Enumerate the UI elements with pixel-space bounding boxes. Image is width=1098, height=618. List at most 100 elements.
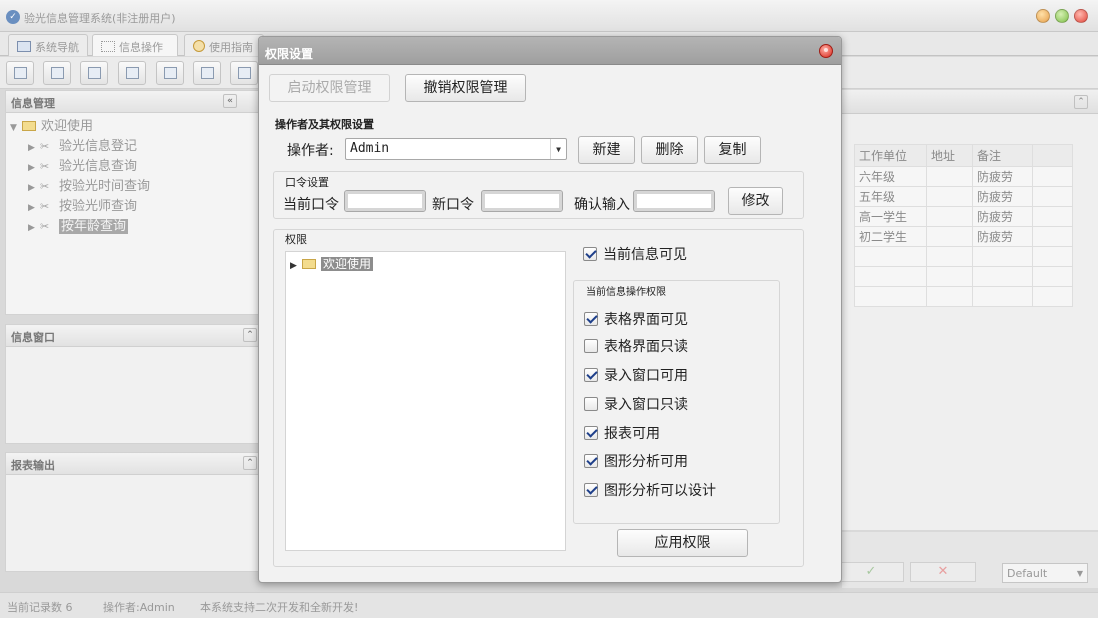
close-icon[interactable] xyxy=(819,44,833,58)
copy-operator-button[interactable]: 复制 xyxy=(704,136,761,164)
table-row[interactable]: 五年级 防疲劳 xyxy=(854,186,1073,207)
new-password-field[interactable] xyxy=(481,190,563,212)
revoke-permission-button[interactable]: 撤销权限管理 xyxy=(405,74,526,102)
table-cell[interactable] xyxy=(1032,226,1073,247)
expand-icon[interactable]: ▶ xyxy=(28,138,40,158)
current-visible-checkbox[interactable]: 当前信息可见 xyxy=(583,244,687,263)
expand-icon[interactable]: ▶ xyxy=(28,158,40,178)
minimize-button[interactable] xyxy=(1036,9,1050,23)
table-row[interactable] xyxy=(854,286,1073,307)
table-cell[interactable] xyxy=(1032,166,1073,187)
entry-readonly-checkbox[interactable]: 录入窗口只读 xyxy=(584,394,688,413)
window-tool-button[interactable] xyxy=(156,61,184,85)
tab-user-guide[interactable]: 使用指南 xyxy=(184,34,264,56)
chart-design-checkbox[interactable]: 图形分析可以设计 xyxy=(584,480,716,499)
tree-item-register[interactable]: ▶ ✂ 验光信息登记 xyxy=(10,137,259,157)
table-cell[interactable] xyxy=(926,246,973,267)
checkbox-unchecked-icon[interactable] xyxy=(584,339,598,353)
table-cell[interactable]: 六年级 xyxy=(854,166,927,187)
table-cell[interactable] xyxy=(926,266,973,287)
table-cell[interactable] xyxy=(1032,186,1073,207)
search-tool-button[interactable] xyxy=(6,61,34,85)
confirm-icon[interactable]: ✓ xyxy=(838,562,904,582)
new-operator-button[interactable]: 新建 xyxy=(578,136,635,164)
expand-icon[interactable]: ▶ xyxy=(28,178,40,198)
tree-item-by-time[interactable]: ▶ ✂ 按验光时间查询 xyxy=(10,177,259,197)
table-cell[interactable]: 初二学生 xyxy=(854,226,927,247)
tree-item-by-optometrist[interactable]: ▶ ✂ 按验光师查询 xyxy=(10,197,259,217)
table-cell[interactable]: 防疲劳 xyxy=(972,226,1033,247)
delete-operator-button[interactable]: 删除 xyxy=(641,136,698,164)
operator-select[interactable]: Admin ▼ xyxy=(345,138,567,160)
cancel-icon[interactable]: ✕ xyxy=(910,562,976,582)
column-header[interactable]: 地址 xyxy=(926,144,973,167)
document-tool-button[interactable] xyxy=(80,61,108,85)
tree-item-query[interactable]: ▶ ✂ 验光信息查询 xyxy=(10,157,259,177)
checkbox-checked-icon[interactable] xyxy=(584,426,598,440)
expand-icon[interactable]: ▶ xyxy=(28,198,40,218)
chart-enabled-checkbox[interactable]: 图形分析可用 xyxy=(584,451,688,470)
collapse-left-icon[interactable]: « xyxy=(223,94,237,108)
modify-password-button[interactable]: 修改 xyxy=(728,187,783,215)
checkbox-checked-icon[interactable] xyxy=(584,368,598,382)
export-tool-button[interactable] xyxy=(193,61,221,85)
table-cell[interactable] xyxy=(926,186,973,207)
table-cell[interactable] xyxy=(854,246,927,267)
rights-tree-root[interactable]: ▶ 欢迎使用 xyxy=(290,254,374,276)
table-row[interactable]: 六年级 防疲劳 xyxy=(854,166,1073,187)
table-cell[interactable] xyxy=(1032,246,1073,267)
table-cell[interactable] xyxy=(972,286,1033,307)
maximize-button[interactable] xyxy=(1055,9,1069,23)
checkbox-checked-icon[interactable] xyxy=(584,483,598,497)
table-cell[interactable] xyxy=(926,166,973,187)
table-cell[interactable] xyxy=(1032,266,1073,287)
table-cell[interactable]: 五年级 xyxy=(854,186,927,207)
column-header[interactable]: 备注 xyxy=(972,144,1033,167)
table-cell[interactable] xyxy=(854,286,927,307)
table-cell[interactable] xyxy=(926,286,973,307)
grid-visible-checkbox[interactable]: 表格界面可见 xyxy=(584,309,688,328)
enable-permission-button[interactable]: 启动权限管理 xyxy=(269,74,390,102)
table-cell[interactable]: 防疲劳 xyxy=(972,186,1033,207)
tree-item-by-age[interactable]: ▶ ✂ 按年龄查询 xyxy=(10,217,259,237)
users-tool-button[interactable] xyxy=(118,61,146,85)
current-password-field[interactable] xyxy=(344,190,426,212)
collapse-icon[interactable]: ⌃ xyxy=(1074,95,1088,109)
table-row[interactable] xyxy=(854,266,1073,287)
close-window-button[interactable] xyxy=(1074,9,1088,23)
table-cell[interactable] xyxy=(972,246,1033,267)
table-row[interactable]: 高一学生 防疲劳 xyxy=(854,206,1073,227)
column-header[interactable]: 工作单位 xyxy=(854,144,927,167)
table-row[interactable]: 初二学生 防疲劳 xyxy=(854,226,1073,247)
column-header[interactable] xyxy=(1032,144,1073,167)
table-cell[interactable] xyxy=(926,206,973,227)
theme-select[interactable]: Default ▼ xyxy=(1002,563,1088,583)
checkbox-checked-icon[interactable] xyxy=(583,247,597,261)
tree-root[interactable]: ▼ 欢迎使用 xyxy=(10,117,259,137)
table-cell[interactable] xyxy=(1032,206,1073,227)
checkbox-checked-icon[interactable] xyxy=(584,312,598,326)
expand-icon[interactable]: ▶ xyxy=(28,218,40,238)
form-tool-button[interactable] xyxy=(43,61,71,85)
table-cell[interactable] xyxy=(854,266,927,287)
entry-enabled-checkbox[interactable]: 录入窗口可用 xyxy=(584,365,688,384)
table-cell[interactable]: 防疲劳 xyxy=(972,206,1033,227)
table-cell[interactable]: 高一学生 xyxy=(854,206,927,227)
expand-icon[interactable]: ▼ xyxy=(10,118,22,138)
table-cell[interactable] xyxy=(926,226,973,247)
print-tool-button[interactable] xyxy=(230,61,258,85)
tab-info-operation[interactable]: 信息操作 xyxy=(92,34,178,56)
report-enabled-checkbox[interactable]: 报表可用 xyxy=(584,423,660,442)
table-cell[interactable] xyxy=(1032,286,1073,307)
checkbox-checked-icon[interactable] xyxy=(584,454,598,468)
table-cell[interactable]: 防疲劳 xyxy=(972,166,1033,187)
tab-system-nav[interactable]: 系统导航 xyxy=(8,34,88,56)
table-cell[interactable] xyxy=(972,266,1033,287)
checkbox-unchecked-icon[interactable] xyxy=(584,397,598,411)
confirm-password-field[interactable] xyxy=(633,190,715,212)
collapse-icon[interactable]: ⌃ xyxy=(243,328,257,342)
expand-icon[interactable]: ▶ xyxy=(290,256,302,276)
grid-readonly-checkbox[interactable]: 表格界面只读 xyxy=(584,336,688,355)
collapse-icon[interactable]: ⌃ xyxy=(243,456,257,470)
apply-permission-button[interactable]: 应用权限 xyxy=(617,529,748,557)
